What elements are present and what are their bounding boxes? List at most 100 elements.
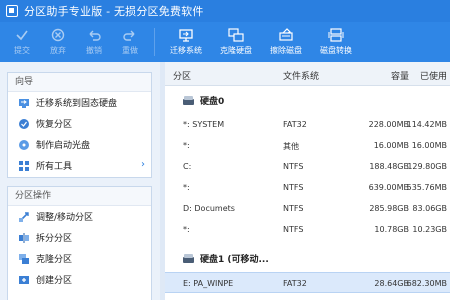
- wipe-disk-button[interactable]: 擦除磁盘: [261, 22, 311, 62]
- undo-label: 撤销: [86, 46, 102, 55]
- migrate-system-button[interactable]: 迁移系统: [161, 22, 211, 62]
- sidebar-item-all-tools[interactable]: 所有工具 ›: [8, 155, 151, 176]
- sidebar-item-boot-disc[interactable]: 制作启动光盘: [8, 134, 151, 155]
- cell-filesystem: FAT32: [283, 279, 307, 288]
- cell-used: 114.42MB: [406, 120, 447, 129]
- sidebar-item-label: 克隆分区: [36, 255, 73, 265]
- sidebar-item-clone-partition[interactable]: 克隆分区: [8, 248, 151, 269]
- clone-disk-button[interactable]: 克隆硬盘: [211, 22, 261, 62]
- title-bar: 分区助手专业版 - 无损分区免费软件: [0, 0, 450, 22]
- toolbar: 提交 放弃 撤销 重做 迁移系统 克隆硬盘 擦除磁盘 磁盘转换: [0, 22, 450, 62]
- header-capacity[interactable]: 容量: [365, 69, 409, 82]
- cell-used: 129.80GB: [407, 162, 447, 171]
- sidebar-item-split-partition[interactable]: 拆分分区: [8, 227, 151, 248]
- cell-capacity: 10.78GB: [374, 225, 409, 234]
- table-row[interactable]: C: NTFS 188.48GB 129.80GB: [165, 156, 450, 177]
- header-used[interactable]: 已使用: [413, 69, 447, 82]
- cell-capacity: 639.00MB: [368, 183, 409, 192]
- table-row-selected[interactable]: E: PA_WINPE FAT32 28.64GB 682.30MB: [165, 272, 450, 293]
- sidebar-item-create-partition[interactable]: 创建分区: [8, 269, 151, 290]
- table-row[interactable]: *: SYSTEM FAT32 228.00MB 114.42MB: [165, 114, 450, 135]
- header-filesystem[interactable]: 文件系统: [283, 69, 319, 82]
- cell-partition: *:: [183, 141, 190, 150]
- cell-partition: C:: [183, 162, 192, 171]
- cell-capacity: 28.64GB: [374, 279, 409, 288]
- disk-convert-button[interactable]: 磁盘转换: [311, 22, 361, 62]
- clone-disk-icon: [228, 28, 244, 42]
- operations-heading[interactable]: 分区操作: [8, 187, 151, 206]
- undo-icon: [86, 28, 102, 42]
- sidebar-item-label: 制作启动光盘: [36, 141, 91, 151]
- discard-button[interactable]: 放弃: [40, 22, 76, 62]
- migrate-system-icon: [178, 28, 194, 42]
- cell-filesystem: NTFS: [283, 183, 304, 192]
- disk-0-label: 硬盘0: [200, 96, 225, 107]
- sidebar-item-migrate-ssd[interactable]: 迁移系统到固态硬盘: [8, 92, 151, 113]
- cell-used: 682.30MB: [406, 279, 447, 288]
- sidebar-item-label: 创建分区: [36, 276, 73, 286]
- disk-1-row[interactable]: 硬盘1 (可移动...: [165, 244, 450, 272]
- table-header: 分区 文件系统 容量 已使用: [165, 62, 450, 86]
- cancel-icon: [50, 28, 66, 42]
- apply-label: 提交: [14, 46, 30, 55]
- discard-label: 放弃: [50, 46, 66, 55]
- app-logo-icon: [6, 5, 18, 17]
- disk-0-row[interactable]: 硬盘0: [165, 86, 450, 114]
- cell-capacity: 285.98GB: [369, 204, 409, 213]
- window-title: 分区助手专业版 - 无损分区免费软件: [24, 5, 204, 18]
- header-partition[interactable]: 分区: [173, 69, 191, 82]
- migrate-ssd-icon: [18, 97, 30, 109]
- sidebar-item-label: 恢复分区: [36, 120, 73, 130]
- sidebar-item-recover-partition[interactable]: 恢复分区: [8, 113, 151, 134]
- table-row[interactable]: *: NTFS 10.78GB 10.23GB: [165, 219, 450, 240]
- hard-disk-icon: [183, 95, 194, 105]
- boot-disc-icon: [18, 139, 30, 151]
- chevron-right-icon: ›: [141, 159, 145, 170]
- partition-operations-panel: 分区操作 调整/移动分区 拆分分区 克隆分区 创建分区: [7, 186, 152, 300]
- cell-partition: E: PA_WINPE: [183, 279, 234, 288]
- redo-icon: [122, 28, 138, 42]
- split-partition-icon: [18, 232, 30, 244]
- removable-disk-icon: [183, 253, 194, 263]
- wizard-heading[interactable]: 向导: [8, 73, 151, 92]
- wizard-panel: 向导 迁移系统到固态硬盘 恢复分区 制作启动光盘 所有工具 ›: [7, 72, 152, 178]
- cell-partition: D: Documets: [183, 204, 235, 213]
- toolbar-divider: [154, 28, 155, 56]
- disk-convert-icon: [328, 28, 344, 42]
- check-icon: [14, 28, 30, 42]
- apply-button[interactable]: 提交: [4, 22, 40, 62]
- recover-partition-icon: [18, 118, 30, 130]
- disk-convert-label: 磁盘转换: [320, 46, 352, 55]
- cell-used: 535.76MB: [406, 183, 447, 192]
- cell-filesystem: 其他: [283, 142, 299, 151]
- sidebar-item-resize-move[interactable]: 调整/移动分区: [8, 206, 151, 227]
- cell-capacity: 228.00MB: [368, 120, 409, 129]
- migrate-system-label: 迁移系统: [170, 46, 202, 55]
- wipe-disk-icon: [278, 28, 294, 42]
- redo-button[interactable]: 重做: [112, 22, 148, 62]
- cell-filesystem: NTFS: [283, 162, 304, 171]
- cell-filesystem: NTFS: [283, 204, 304, 213]
- sidebar-item-label: 拆分分区: [36, 234, 73, 244]
- wipe-disk-label: 擦除磁盘: [270, 46, 302, 55]
- undo-button[interactable]: 撤销: [76, 22, 112, 62]
- table-row[interactable]: *: NTFS 639.00MB 535.76MB: [165, 177, 450, 198]
- cell-used: 16.00MB: [411, 141, 447, 150]
- disk-1-label: 硬盘1 (可移动...: [200, 254, 269, 265]
- table-row[interactable]: *: 其他 16.00MB 16.00MB: [165, 135, 450, 156]
- cell-filesystem: NTFS: [283, 225, 304, 234]
- sidebar-item-label: 所有工具: [36, 162, 73, 172]
- cell-capacity: 188.48GB: [369, 162, 409, 171]
- cell-partition: *:: [183, 225, 190, 234]
- cell-used: 83.06GB: [412, 204, 447, 213]
- clone-disk-label: 克隆硬盘: [220, 46, 252, 55]
- sidebar-item-label: 迁移系统到固态硬盘: [36, 99, 118, 109]
- cell-capacity: 16.00MB: [373, 141, 409, 150]
- partition-table: 分区 文件系统 容量 已使用 硬盘0 *: SYSTEM FAT32 228.0…: [165, 62, 450, 300]
- sidebar-item-label: 调整/移动分区: [36, 213, 94, 223]
- cell-filesystem: FAT32: [283, 120, 307, 129]
- create-partition-icon: [18, 274, 30, 286]
- clone-partition-icon: [18, 253, 30, 265]
- table-row[interactable]: D: Documets NTFS 285.98GB 83.06GB: [165, 198, 450, 219]
- cell-partition: *: SYSTEM: [183, 120, 225, 129]
